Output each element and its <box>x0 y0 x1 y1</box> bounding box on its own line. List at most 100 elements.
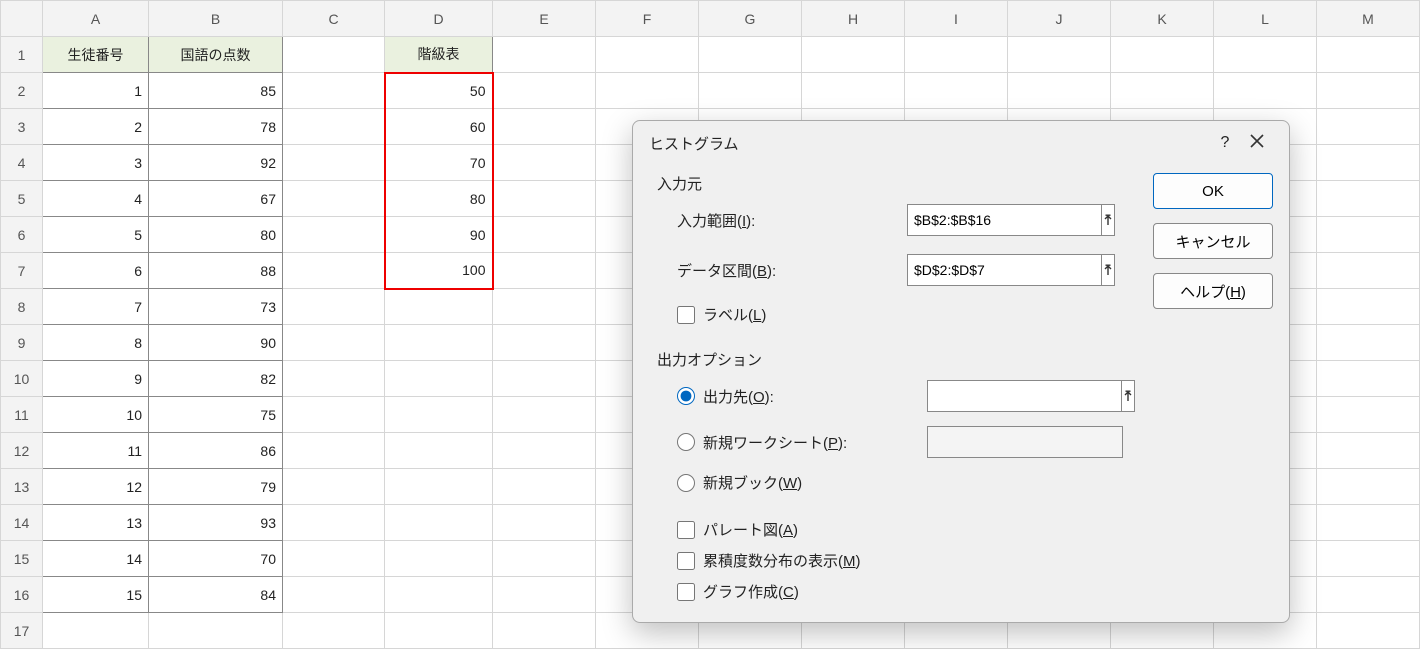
cell[interactable]: 75 <box>149 397 283 433</box>
cell[interactable] <box>493 469 596 505</box>
cell[interactable] <box>493 505 596 541</box>
cell[interactable] <box>493 109 596 145</box>
col-header-I[interactable]: I <box>905 1 1008 37</box>
cell[interactable]: 79 <box>149 469 283 505</box>
cell[interactable] <box>905 73 1008 109</box>
cell[interactable] <box>283 289 385 325</box>
cell[interactable] <box>493 37 596 73</box>
cell[interactable] <box>1317 181 1420 217</box>
cell[interactable] <box>385 613 493 649</box>
cell[interactable] <box>493 325 596 361</box>
select-all-corner[interactable] <box>1 1 43 37</box>
cell[interactable] <box>596 37 699 73</box>
cell[interactable] <box>493 181 596 217</box>
row-header[interactable]: 7 <box>1 253 43 289</box>
cell[interactable]: 4 <box>43 181 149 217</box>
cell[interactable]: 78 <box>149 109 283 145</box>
cell[interactable] <box>1214 73 1317 109</box>
row-header[interactable]: 9 <box>1 325 43 361</box>
bin-range-picker-icon[interactable] <box>1102 254 1115 286</box>
cancel-button[interactable]: キャンセル <box>1153 223 1273 259</box>
col-header-K[interactable]: K <box>1111 1 1214 37</box>
cell[interactable]: 階級表 <box>385 37 493 73</box>
col-header-L[interactable]: L <box>1214 1 1317 37</box>
cell[interactable]: 7 <box>43 289 149 325</box>
ok-button[interactable]: OK <box>1153 173 1273 209</box>
cell[interactable] <box>283 325 385 361</box>
cell[interactable] <box>699 37 802 73</box>
cell[interactable]: 8 <box>43 325 149 361</box>
cell[interactable] <box>283 541 385 577</box>
cell[interactable]: 85 <box>149 73 283 109</box>
dialog-help-icon[interactable]: ? <box>1209 134 1241 152</box>
col-header-B[interactable]: B <box>149 1 283 37</box>
chart-checkbox[interactable] <box>677 583 695 601</box>
cell[interactable] <box>493 145 596 181</box>
cell[interactable]: 73 <box>149 289 283 325</box>
cell[interactable]: 11 <box>43 433 149 469</box>
cell[interactable] <box>1317 37 1420 73</box>
cell[interactable] <box>1317 397 1420 433</box>
cell[interactable] <box>283 361 385 397</box>
row-header[interactable]: 6 <box>1 217 43 253</box>
bin-range-field[interactable] <box>907 254 1102 286</box>
cell[interactable] <box>283 505 385 541</box>
cell[interactable] <box>283 109 385 145</box>
cell[interactable]: 6 <box>43 253 149 289</box>
cell[interactable] <box>283 37 385 73</box>
cell[interactable] <box>283 73 385 109</box>
col-header-G[interactable]: G <box>699 1 802 37</box>
cell[interactable] <box>1111 37 1214 73</box>
cell[interactable]: 12 <box>43 469 149 505</box>
col-header-A[interactable]: A <box>43 1 149 37</box>
cell[interactable] <box>385 541 493 577</box>
cell[interactable] <box>283 253 385 289</box>
cell[interactable] <box>283 433 385 469</box>
cell[interactable] <box>493 73 596 109</box>
cell[interactable]: 3 <box>43 145 149 181</box>
row-header[interactable]: 5 <box>1 181 43 217</box>
cell[interactable]: 9 <box>43 361 149 397</box>
cell[interactable] <box>1317 577 1420 613</box>
cell[interactable] <box>699 73 802 109</box>
cell[interactable]: 88 <box>149 253 283 289</box>
cell[interactable] <box>283 217 385 253</box>
cell[interactable]: 10 <box>43 397 149 433</box>
labels-checkbox[interactable] <box>677 306 695 324</box>
row-header[interactable]: 14 <box>1 505 43 541</box>
cell[interactable] <box>1317 613 1420 649</box>
cell[interactable]: 84 <box>149 577 283 613</box>
cell[interactable] <box>1317 361 1420 397</box>
cell[interactable] <box>1317 217 1420 253</box>
cell[interactable]: 国語の点数 <box>149 37 283 73</box>
cell[interactable] <box>493 217 596 253</box>
row-header[interactable]: 4 <box>1 145 43 181</box>
cell[interactable]: 5 <box>43 217 149 253</box>
cell[interactable]: 80 <box>149 217 283 253</box>
cell[interactable] <box>385 397 493 433</box>
cell[interactable]: 70 <box>385 145 493 181</box>
cell[interactable] <box>149 613 283 649</box>
cell[interactable] <box>1317 145 1420 181</box>
output-ref-field[interactable] <box>927 380 1122 412</box>
cell[interactable]: 82 <box>149 361 283 397</box>
cell[interactable] <box>905 37 1008 73</box>
cell[interactable] <box>1214 37 1317 73</box>
cell[interactable] <box>493 613 596 649</box>
cell[interactable] <box>493 361 596 397</box>
cell[interactable] <box>1317 253 1420 289</box>
cell[interactable]: 86 <box>149 433 283 469</box>
new-sheet-radio[interactable] <box>677 433 695 451</box>
row-header[interactable]: 15 <box>1 541 43 577</box>
cell[interactable]: 90 <box>385 217 493 253</box>
cell[interactable] <box>385 289 493 325</box>
cell[interactable] <box>493 289 596 325</box>
cell[interactable] <box>493 253 596 289</box>
cell[interactable]: 2 <box>43 109 149 145</box>
row-header[interactable]: 13 <box>1 469 43 505</box>
cell[interactable] <box>493 541 596 577</box>
cell[interactable]: 50 <box>385 73 493 109</box>
cell[interactable] <box>43 613 149 649</box>
cell[interactable] <box>385 361 493 397</box>
cell[interactable] <box>1008 73 1111 109</box>
